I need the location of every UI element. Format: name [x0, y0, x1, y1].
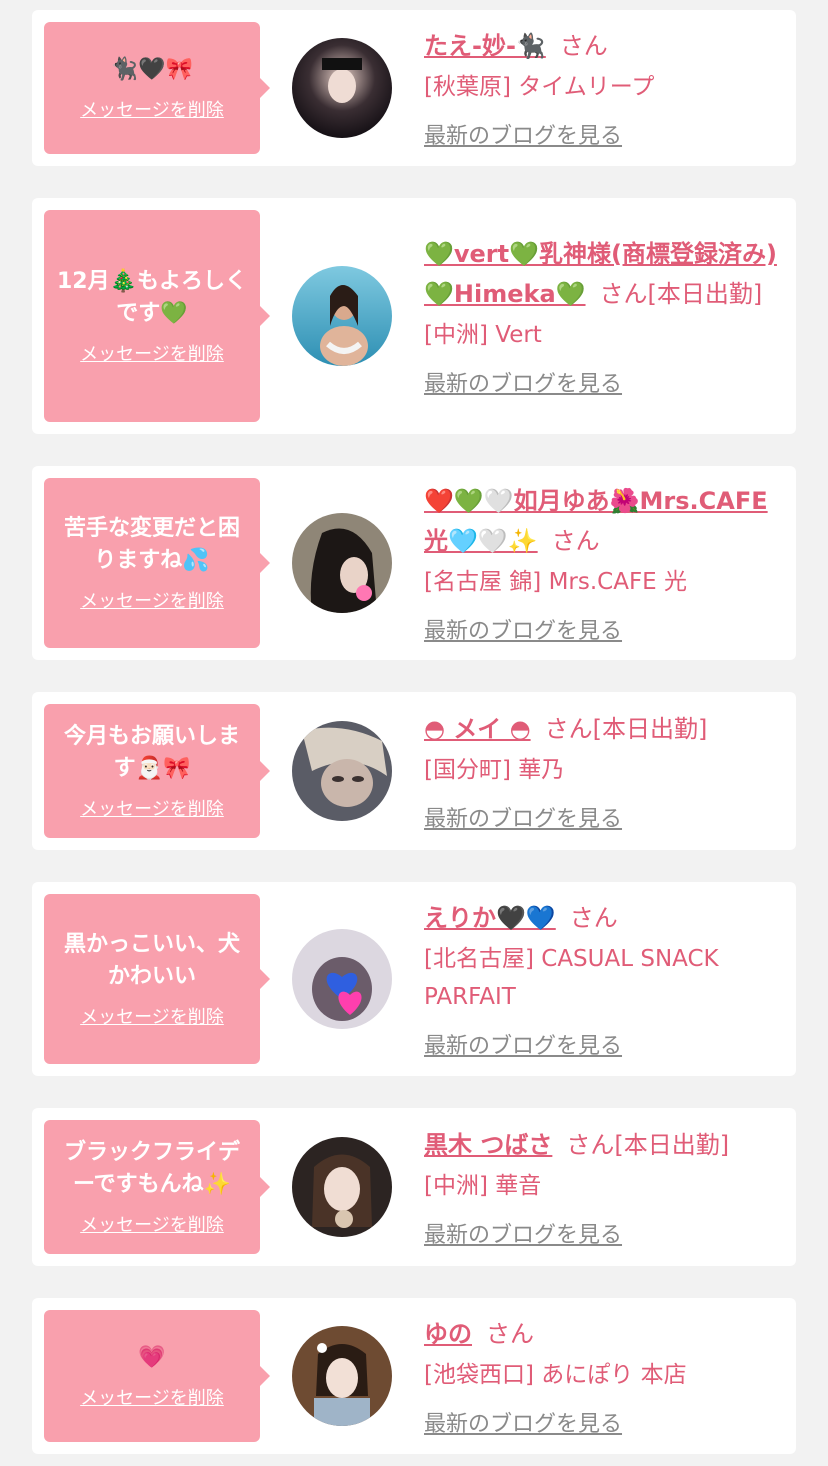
- message-bubble: 💗 メッセージを削除: [44, 1310, 260, 1442]
- user-name-link[interactable]: えりか🖤💙: [424, 904, 556, 932]
- honorific: さん: [486, 1320, 534, 1348]
- message-bubble: 🐈‍⬛🖤🎀 メッセージを削除: [44, 22, 260, 154]
- message-bubble: ブラックフライデーですもんね✨ メッセージを削除: [44, 1120, 260, 1254]
- name-line: ◓ メイ ◓ さん[本日出勤]: [424, 709, 780, 749]
- status-text: [本日出勤]: [647, 280, 763, 308]
- name-line: ゆの さん: [424, 1314, 780, 1354]
- avatar[interactable]: [292, 1326, 392, 1426]
- honorific: さん: [559, 32, 608, 60]
- message-card: 🐈‍⬛🖤🎀 メッセージを削除 たえ-妙-🐈‍⬛ さん [秋葉原] タイムリープ 最…: [32, 10, 796, 166]
- message-bubble: 今月もお願いします🎅🏻🎀 メッセージを削除: [44, 704, 260, 838]
- honorific: さん: [599, 280, 648, 308]
- name-line: 💚vert💚乳神様(商標登録済み)💚Himeka💚 さん[本日出勤]: [424, 234, 780, 314]
- name-line: えりか🖤💙 さん: [424, 898, 780, 938]
- shop-name: [名古屋 錦] Mrs.CAFE 光: [424, 569, 688, 595]
- avatar[interactable]: [292, 38, 392, 138]
- message-text: 💗: [138, 1345, 166, 1370]
- user-name-link[interactable]: たえ-妙-🐈‍⬛: [424, 32, 546, 60]
- delete-message-link[interactable]: メッセージを削除: [80, 1211, 224, 1237]
- message-bubble: 苦手な変更だと困りますね💦 メッセージを削除: [44, 478, 260, 648]
- message-bubble: 12月🎄もよろしくです💚 メッセージを削除: [44, 210, 260, 422]
- latest-blog-link[interactable]: 最新のブログを見る: [424, 366, 622, 398]
- latest-blog-link[interactable]: 最新のブログを見る: [424, 1406, 622, 1438]
- message-text: 12月🎄もよろしくです💚: [56, 269, 247, 326]
- message-text: 🐈‍⬛🖤🎀: [110, 57, 194, 82]
- user-name-link[interactable]: ゆの: [424, 1320, 472, 1348]
- name-line: たえ-妙-🐈‍⬛ さん: [424, 26, 780, 66]
- honorific: さん: [569, 904, 618, 932]
- user-name-link[interactable]: 黒木 つばさ: [424, 1131, 552, 1159]
- status-text: [本日出勤]: [614, 1131, 730, 1159]
- user-info: えりか🖤💙 さん [北名古屋] CASUAL SNACK PARFAIT 最新のブ…: [424, 898, 796, 1060]
- message-text: ブラックフライデーですもんね✨: [63, 1140, 240, 1197]
- message-card: 黒かっこいい、犬かわいい メッセージを削除 えりか🖤💙 さん [北名古屋] CAS…: [32, 882, 796, 1076]
- avatar[interactable]: [292, 513, 392, 613]
- message-card: 💗 メッセージを削除 ゆの さん [池袋西口] あにぽり 本店 最新のブログを見る: [32, 1298, 796, 1454]
- message-list: 🐈‍⬛🖤🎀 メッセージを削除 たえ-妙-🐈‍⬛ さん [秋葉原] タイムリープ 最…: [0, 0, 828, 1466]
- user-info: たえ-妙-🐈‍⬛ さん [秋葉原] タイムリープ 最新のブログを見る: [424, 26, 796, 150]
- delete-message-link[interactable]: メッセージを削除: [80, 587, 224, 613]
- honorific: さん: [566, 1131, 615, 1159]
- user-info: 💚vert💚乳神様(商標登録済み)💚Himeka💚 さん[本日出勤] [中洲] V…: [424, 234, 796, 398]
- message-card: 今月もお願いします🎅🏻🎀 メッセージを削除 ◓ メイ ◓ さん[本日出勤] [国分…: [32, 692, 796, 850]
- latest-blog-link[interactable]: 最新のブログを見る: [424, 1217, 622, 1249]
- delete-message-link[interactable]: メッセージを削除: [80, 96, 224, 122]
- user-info: ゆの さん [池袋西口] あにぽり 本店 最新のブログを見る: [424, 1314, 796, 1438]
- honorific: さん: [544, 715, 593, 743]
- shop-name: [中洲] Vert: [424, 322, 542, 348]
- shop-name: [北名古屋] CASUAL SNACK PARFAIT: [424, 946, 719, 1010]
- message-card: 苦手な変更だと困りますね💦 メッセージを削除 ❤️💚🤍如月ゆあ🌺Mrs.CAFE…: [32, 466, 796, 660]
- message-card: 12月🎄もよろしくです💚 メッセージを削除 💚vert💚乳神様(商標登録済み)💚…: [32, 198, 796, 434]
- user-info: 黒木 つばさ さん[本日出勤] [中洲] 華音 最新のブログを見る: [424, 1125, 796, 1249]
- latest-blog-link[interactable]: 最新のブログを見る: [424, 1028, 622, 1060]
- user-info: ❤️💚🤍如月ゆあ🌺Mrs.CAFE光🩵🤍✨ さん [名古屋 錦] Mrs.CAFE…: [424, 481, 796, 645]
- status-text: [本日出勤]: [592, 715, 708, 743]
- shop-name: [秋葉原] タイムリープ: [424, 74, 655, 100]
- user-name-link[interactable]: ◓ メイ ◓: [424, 715, 531, 743]
- delete-message-link[interactable]: メッセージを削除: [80, 795, 224, 821]
- honorific: さん: [551, 527, 600, 555]
- latest-blog-link[interactable]: 最新のブログを見る: [424, 801, 622, 833]
- shop-name: [中洲] 華音: [424, 1173, 542, 1199]
- message-card: ブラックフライデーですもんね✨ メッセージを削除 黒木 つばさ さん[本日出勤] …: [32, 1108, 796, 1266]
- delete-message-link[interactable]: メッセージを削除: [80, 1003, 224, 1029]
- name-line: 黒木 つばさ さん[本日出勤]: [424, 1125, 780, 1165]
- avatar[interactable]: [292, 266, 392, 366]
- shop-name: [池袋西口] あにぽり 本店: [424, 1362, 687, 1388]
- message-text: 黒かっこいい、犬かわいい: [63, 932, 240, 989]
- delete-message-link[interactable]: メッセージを削除: [80, 340, 224, 366]
- avatar[interactable]: [292, 1137, 392, 1237]
- name-line: ❤️💚🤍如月ゆあ🌺Mrs.CAFE光🩵🤍✨ さん: [424, 481, 780, 561]
- message-bubble: 黒かっこいい、犬かわいい メッセージを削除: [44, 894, 260, 1064]
- message-text: 苦手な変更だと困りますね💦: [63, 516, 240, 573]
- avatar[interactable]: [292, 721, 392, 821]
- message-text: 今月もお願いします🎅🏻🎀: [63, 724, 240, 781]
- delete-message-link[interactable]: メッセージを削除: [80, 1384, 224, 1410]
- avatar[interactable]: [292, 929, 392, 1029]
- user-info: ◓ メイ ◓ さん[本日出勤] [国分町] 華乃 最新のブログを見る: [424, 709, 796, 833]
- shop-name: [国分町] 華乃: [424, 757, 565, 783]
- latest-blog-link[interactable]: 最新のブログを見る: [424, 118, 622, 150]
- latest-blog-link[interactable]: 最新のブログを見る: [424, 613, 622, 645]
